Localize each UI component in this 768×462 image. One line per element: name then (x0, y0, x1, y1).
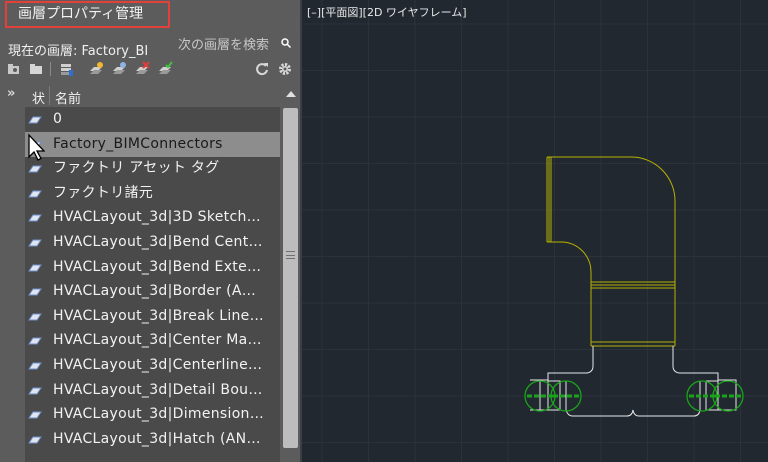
layer-status-icon[interactable] (28, 312, 42, 322)
column-header-status[interactable]: 状 (32, 88, 45, 107)
layer-row[interactable]: HVACLayout_3d|Border (A… (25, 279, 280, 304)
layer-status-icon[interactable] (28, 189, 42, 199)
duct-elbow-drawing (546, 156, 676, 347)
layer-row[interactable]: HVACLayout_3d|Centerline… (25, 353, 280, 378)
layer-properties-palette: 画層プロパティ管理 現在の画層: Factory_BI 次の画層を検索 » 状 … (0, 0, 302, 462)
layer-status-icon[interactable] (28, 435, 42, 445)
layer-row[interactable]: HVACLayout_3d|Center Ma… (25, 328, 280, 353)
layer-name: 0 (53, 111, 63, 127)
layer-row[interactable]: Factory_BIMConnectors (25, 131, 280, 157)
layer-name: HVACLayout_3d|Border (A… (53, 283, 257, 300)
layer-row[interactable]: ファクトリ アセット タグ (25, 156, 280, 181)
layer-name: HVACLayout_3d|Bend Cent… (53, 234, 263, 250)
layer-row[interactable]: HVACLayout_3d|Bend Exte… (25, 255, 280, 280)
layer-states-icon[interactable] (58, 61, 74, 77)
layer-status-icon[interactable] (28, 213, 42, 223)
scroll-up-arrow-icon[interactable] (286, 91, 296, 97)
mouse-pointer-icon (28, 133, 45, 161)
layer-name: ファクトリ アセット タグ (53, 160, 220, 177)
expand-filters-chevron-icon[interactable]: » (7, 86, 15, 101)
layer-list-scrollbar[interactable] (281, 84, 300, 462)
layer-status-icon[interactable] (28, 164, 42, 174)
layer-row[interactable]: HVACLayout_3d|Hatch (AN… (25, 427, 280, 452)
layer-list-header: 状 名前 (25, 84, 280, 107)
layer-row[interactable]: HVACLayout_3d|Detail Bou… (25, 378, 280, 403)
new-group-filter-icon[interactable] (28, 61, 44, 77)
layer-name: HVACLayout_3d|Break Line… (53, 307, 264, 324)
column-header-name[interactable]: 名前 (55, 88, 81, 107)
layer-row[interactable]: HVACLayout_3d|Dimension… (25, 402, 280, 427)
layer-status-icon[interactable] (28, 361, 42, 371)
layer-status-icon[interactable] (28, 410, 42, 420)
palette-toolbar (0, 60, 302, 78)
layer-row[interactable]: ファクトリ諸元 (25, 181, 280, 206)
layer-status-icon[interactable] (28, 238, 42, 248)
filter-pane-collapsed (0, 84, 25, 462)
delete-layer-icon[interactable] (134, 61, 150, 77)
set-current-icon[interactable] (157, 61, 173, 77)
layer-row[interactable]: HVACLayout_3d|3D Sketch… (25, 205, 280, 230)
layer-status-icon[interactable] (28, 287, 42, 297)
layer-status-icon[interactable] (28, 115, 42, 125)
refresh-icon[interactable] (254, 61, 270, 77)
search-icon (281, 38, 291, 48)
layer-row[interactable]: HVACLayout_3d|Bend Cent… (25, 230, 280, 255)
new-layer-vp-frozen-icon[interactable] (111, 61, 127, 77)
new-property-filter-icon[interactable] (6, 61, 22, 77)
layer-name: ファクトリ諸元 (53, 184, 154, 201)
drawing-canvas[interactable] (302, 0, 768, 462)
scroll-thumb[interactable] (283, 108, 298, 448)
layer-search-input[interactable]: 次の画層を検索 (175, 36, 299, 56)
new-layer-icon[interactable] (88, 61, 104, 77)
layer-name: HVACLayout_3d|Center Ma… (53, 332, 262, 349)
layer-name: HVACLayout_3d|Detail Bou… (53, 381, 263, 398)
layer-name: HVACLayout_3d|Bend Exte… (53, 258, 262, 275)
toolbar-separator (50, 62, 51, 76)
viewport-grid (302, 0, 768, 462)
drawing-viewport[interactable]: [–][平面図][2D ワイヤフレーム] (302, 0, 768, 462)
layer-row[interactable]: HVACLayout_3d|Break Line… (25, 304, 280, 329)
current-layer-label: 現在の画層: Factory_BI (8, 44, 149, 59)
layer-name: Factory_BIMConnectors (53, 135, 223, 152)
layer-name: HVACLayout_3d|Hatch (AN… (53, 430, 261, 447)
layer-name: HVACLayout_3d|3D Sketch… (53, 209, 261, 226)
layer-name: HVACLayout_3d|Centerline… (53, 357, 263, 373)
layer-row[interactable]: 0 (25, 107, 280, 132)
palette-title: 画層プロパティ管理 (5, 1, 170, 28)
settings-icon[interactable] (277, 61, 293, 77)
search-placeholder: 次の画層を検索 (178, 38, 270, 53)
layer-status-icon[interactable] (28, 336, 42, 346)
layer-status-icon[interactable] (28, 263, 42, 273)
layer-name: HVACLayout_3d|Dimension… (53, 406, 265, 423)
viewport-controls-label[interactable]: [–][平面図][2D ワイヤフレーム] (307, 4, 467, 20)
layer-status-icon[interactable] (28, 386, 42, 396)
scroll-grip-icon (286, 251, 295, 259)
column-divider[interactable] (49, 86, 50, 105)
